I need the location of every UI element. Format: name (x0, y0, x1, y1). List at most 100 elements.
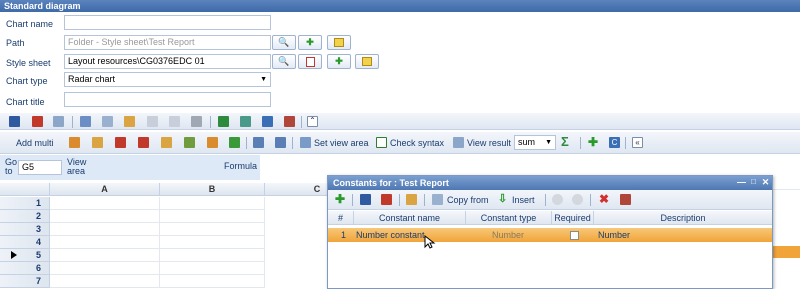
grid-cell[interactable] (160, 210, 265, 223)
delete-row-icon[interactable] (115, 137, 126, 148)
row-header[interactable]: 5 (0, 249, 50, 262)
excel-icon[interactable] (218, 116, 229, 127)
edit-path-button[interactable] (327, 35, 351, 50)
grid-cell[interactable] (160, 275, 265, 288)
redo-icon[interactable] (169, 116, 180, 127)
add-path-button[interactable]: ✚ (298, 35, 322, 50)
table-row[interactable]: 1 Number constant Number Number (328, 228, 772, 242)
collapse-left-icon[interactable]: « (632, 137, 643, 148)
grid-cell[interactable] (50, 223, 160, 236)
grid-cell[interactable] (50, 249, 160, 262)
grid-cell[interactable] (50, 236, 160, 249)
constants-dialog: Constants for : Test Report — □ ✕ ✚ Copy… (327, 175, 773, 289)
grid-cell[interactable] (160, 249, 265, 262)
row-header[interactable]: 7 (0, 275, 50, 288)
close-doc-icon[interactable] (284, 116, 295, 127)
chart-type-value: Radar chart (68, 74, 116, 84)
chart-name-input[interactable] (64, 15, 271, 30)
row-header[interactable]: 2 (0, 210, 50, 223)
check-syntax-button[interactable]: Check syntax (390, 138, 444, 148)
insert-arrow-icon: ⇩ (498, 193, 508, 205)
edit-icon[interactable] (406, 194, 417, 205)
close-doc-icon[interactable] (620, 194, 631, 205)
row-header[interactable]: 6 (0, 262, 50, 275)
chart-properties-form: Chart name Path Folder - Style sheet\Tes… (0, 12, 800, 112)
add-constant-icon[interactable]: ✚ (335, 192, 345, 206)
save-icon[interactable] (360, 194, 371, 205)
properties-icon[interactable] (53, 116, 64, 127)
maximize-icon[interactable]: □ (749, 177, 758, 187)
aggregate-value: sum (518, 137, 536, 147)
plus-icon: ✚ (306, 37, 314, 47)
grid-cell[interactable] (50, 210, 160, 223)
row-header[interactable]: 1 (0, 197, 50, 210)
sum-icon[interactable]: Σ (561, 134, 569, 149)
constants-icon[interactable]: C (609, 137, 620, 148)
plus-icon[interactable]: ✚ (588, 135, 598, 149)
constant-description: Number (598, 230, 631, 240)
row-header[interactable]: 4 (0, 236, 50, 249)
selected-row-extension (773, 246, 800, 258)
move-up-icon[interactable] (552, 194, 563, 205)
view-result-button[interactable]: View result (467, 138, 511, 148)
collapse-up-icon[interactable]: ⌃ (307, 116, 318, 127)
preview-icon[interactable] (191, 116, 202, 127)
insert-button[interactable]: Insert (512, 195, 535, 205)
add-style-sheet-button[interactable]: ✚ (327, 54, 351, 69)
browse-style-sheet-button[interactable]: 🔍 (272, 54, 296, 69)
grid-cell[interactable] (50, 262, 160, 275)
chart-title-input[interactable] (64, 92, 271, 107)
delete-column-icon[interactable] (138, 137, 149, 148)
grid-cell[interactable] (160, 197, 265, 210)
column-header[interactable]: A (50, 183, 160, 196)
grid-cell[interactable] (50, 197, 160, 210)
close-icon[interactable]: ✕ (761, 177, 770, 187)
set-view-area-button[interactable]: Set view area (314, 138, 369, 148)
path-input[interactable]: Folder - Style sheet\Test Report (64, 35, 271, 50)
grid-cell[interactable] (160, 236, 265, 249)
move-down-icon[interactable] (572, 194, 583, 205)
move-left-icon[interactable] (207, 137, 218, 148)
copy-from-button[interactable]: Copy from (447, 195, 489, 205)
insert-row-icon[interactable] (69, 137, 80, 148)
delete-icon[interactable]: ✖ (599, 192, 609, 206)
aggregate-select[interactable]: sum ▼ (514, 135, 556, 150)
browse-path-button[interactable]: 🔍 (272, 35, 296, 50)
paste-icon[interactable] (124, 116, 135, 127)
dialog-title-bar[interactable]: Constants for : Test Report — □ ✕ (328, 176, 772, 190)
sort-descending-icon[interactable] (275, 137, 286, 148)
grid-cell[interactable] (160, 223, 265, 236)
column-header: # (328, 211, 354, 225)
move-right-icon[interactable] (229, 137, 240, 148)
save-as-icon[interactable] (32, 116, 43, 127)
column-header[interactable]: C (265, 183, 330, 196)
window-title: Standard diagram (0, 0, 800, 12)
style-sheet-input[interactable]: Layout resources\CG0376EDC 01 (64, 54, 271, 69)
database-icon[interactable] (240, 116, 251, 127)
row-header[interactable]: 3 (0, 223, 50, 236)
sort-ascending-icon[interactable] (253, 137, 264, 148)
required-checkbox[interactable] (570, 231, 579, 240)
copy-icon[interactable] (102, 116, 113, 127)
column-header[interactable]: B (160, 183, 265, 196)
grid-cell[interactable] (160, 262, 265, 275)
constant-type: Number (492, 230, 525, 240)
minimize-icon[interactable]: — (737, 177, 746, 187)
grid-cell[interactable] (50, 275, 160, 288)
constant-name[interactable]: Number constant (356, 228, 425, 242)
chart-type-select[interactable]: Radar chart ▼ (64, 72, 271, 87)
spreadsheet-grid: A B C 1 2 3 4 5 6 7 (0, 183, 330, 289)
add-multi-button[interactable]: Add multi (16, 138, 54, 148)
insert-column-icon[interactable] (92, 137, 103, 148)
delete-style-sheet-button[interactable] (298, 54, 322, 69)
cut-icon[interactable] (80, 116, 91, 127)
undo-icon[interactable] (147, 116, 158, 127)
chart-type-label: Chart type (6, 76, 48, 86)
goto-input[interactable]: G5 (18, 160, 62, 175)
move-down-icon[interactable] (184, 137, 195, 148)
edit-style-sheet-button[interactable] (355, 54, 379, 69)
chart-icon[interactable] (262, 116, 273, 127)
save-as-icon[interactable] (381, 194, 392, 205)
move-up-icon[interactable] (161, 137, 172, 148)
save-icon[interactable] (9, 116, 20, 127)
